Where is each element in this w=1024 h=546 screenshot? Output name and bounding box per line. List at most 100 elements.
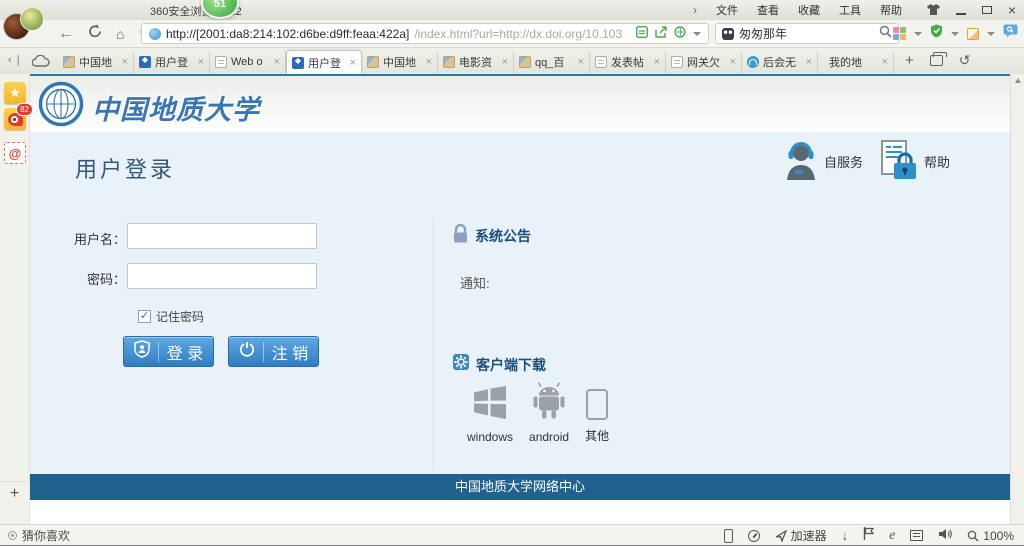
cloud-sync-icon[interactable] — [32, 54, 50, 72]
download-android-label: android — [529, 430, 569, 444]
download-other[interactable]: 其他 — [585, 389, 609, 444]
password-field[interactable] — [127, 263, 317, 289]
browser-tab[interactable]: 中国地 × — [362, 50, 438, 74]
tab-favicon-doc — [671, 56, 683, 68]
tab-label: 中国地 — [383, 54, 422, 70]
share-icon[interactable] — [655, 25, 667, 43]
logout-button[interactable]: 注 销 — [228, 336, 319, 367]
download-windows[interactable]: windows — [467, 386, 513, 444]
speed-gauge-icon[interactable] — [748, 530, 760, 542]
browser-tab[interactable]: 中国地× — [58, 50, 134, 74]
zoom-level: 100% — [983, 529, 1014, 543]
tab-close-icon[interactable]: × — [654, 56, 660, 68]
mail-at-icon[interactable]: @ — [4, 142, 26, 164]
user-avatar[interactable] — [3, 5, 47, 43]
download-other-label: 其他 — [585, 427, 609, 444]
tab-favicon-image — [367, 56, 379, 68]
home-icon[interactable]: ⌂ — [116, 26, 124, 42]
remember-label: 记住密码 — [156, 308, 204, 325]
maximize-icon[interactable] — [982, 6, 992, 14]
accelerator-button[interactable]: 加速器 — [775, 527, 827, 544]
browser-side-strip: ★ 82 @ + — [0, 74, 30, 524]
security-dropdown-icon[interactable] — [951, 32, 959, 36]
help-link[interactable]: 帮助 — [881, 140, 950, 183]
menu-item[interactable]: 工具 — [839, 2, 861, 18]
network-speed-icon[interactable] — [674, 25, 686, 43]
close-icon[interactable]: × — [1008, 3, 1016, 17]
back-icon[interactable]: ← — [58, 25, 74, 43]
zoom-control[interactable]: 100% — [967, 529, 1014, 543]
tablet-icon — [586, 389, 608, 420]
menu-item[interactable]: 帮助 — [880, 2, 902, 18]
browser-tab-active[interactable]: 用户登× — [286, 50, 362, 74]
weibo-badge: 82 — [16, 103, 33, 116]
minimize-icon[interactable] — [956, 13, 966, 15]
login-button[interactable]: 登 录 — [123, 336, 214, 367]
status-left[interactable]: 猜你喜欢 — [8, 525, 70, 546]
tabs-container: 中国地×用户登×Web o×用户登×中国地×电影资×qq_百×发表帖×网关欠×后… — [58, 50, 894, 74]
tab-close-icon[interactable]: × — [502, 56, 508, 68]
download-android[interactable]: android — [529, 382, 569, 444]
remember-checkbox[interactable]: ✓ — [138, 310, 151, 323]
browser-tab[interactable]: 我的地× — [818, 50, 894, 74]
reading-mode-icon[interactable] — [910, 530, 923, 541]
tab-favicon-image — [63, 56, 75, 68]
screenshot-icon[interactable] — [967, 28, 979, 40]
announcement-title: 系统公告 — [475, 226, 531, 246]
apps-dropdown-icon[interactable] — [914, 32, 922, 36]
url-dropdown-icon[interactable] — [693, 32, 701, 36]
weibo-icon[interactable]: 82 — [4, 108, 26, 130]
browser-tab[interactable]: 网关欠× — [666, 50, 742, 74]
new-tab-icon[interactable]: + — [905, 52, 914, 69]
reopen-tab-icon[interactable]: ↺ — [959, 52, 971, 69]
help-label: 帮助 — [924, 152, 950, 171]
skin-icon[interactable] — [927, 4, 940, 17]
browser-tab[interactable]: 用户登× — [134, 50, 210, 74]
menu-item[interactable]: 收藏 — [798, 2, 820, 18]
browser-tab[interactable]: 电影资× — [438, 50, 514, 74]
screenshot-dropdown-icon[interactable] — [987, 32, 995, 36]
workspace: ★ 82 @ + 中国地质大学 用户登录 — [0, 74, 1024, 524]
ie-mode-icon[interactable]: e — [889, 528, 895, 544]
tab-close-icon[interactable]: × — [426, 56, 432, 68]
find-chat-icon[interactable] — [1003, 24, 1018, 43]
url-field[interactable]: http://[2001:da8:214:102:d6be:d9ff:feaa:… — [141, 23, 709, 44]
apps-grid-icon[interactable] — [893, 27, 906, 40]
favorites-star-icon[interactable]: ★ — [4, 82, 26, 104]
tab-close-icon[interactable]: × — [806, 56, 812, 68]
search-engine-icon — [722, 28, 734, 40]
browser-tab[interactable]: 发表帖× — [590, 50, 666, 74]
vertical-scrollbar[interactable] — [1010, 74, 1024, 524]
downloads-icon[interactable]: ↓ — [842, 528, 849, 543]
flag-icon[interactable] — [863, 527, 874, 545]
scroll-up-icon[interactable] — [1015, 78, 1021, 83]
browser-tab[interactable]: Web o× — [210, 50, 286, 74]
browser-tab[interactable]: qq_百× — [514, 50, 590, 74]
self-service-link[interactable]: 自服务 — [784, 140, 863, 183]
tab-list-icon[interactable] — [930, 55, 943, 66]
speaker-icon[interactable] — [938, 527, 952, 545]
tab-close-icon[interactable]: × — [578, 56, 584, 68]
search-magnifier-icon[interactable] — [879, 25, 892, 43]
tab-close-icon[interactable]: × — [198, 56, 204, 68]
browser-window: 360安全浏览器 7.2 51 › 文件查看收藏工具帮助 × ← ⌂ — [0, 0, 1024, 546]
recommend-label: 猜你喜欢 — [22, 527, 70, 544]
menu-item[interactable]: 查看 — [757, 2, 779, 18]
mobile-icon[interactable] — [724, 529, 733, 543]
tab-close-icon[interactable]: × — [730, 56, 736, 68]
search-input[interactable]: 匆匆那年 — [715, 23, 899, 44]
username-field[interactable] — [127, 223, 317, 249]
tab-close-icon[interactable]: × — [350, 57, 356, 69]
refresh-icon[interactable] — [88, 24, 102, 43]
menu-item[interactable]: 文件 — [716, 2, 738, 18]
tab-close-icon[interactable]: × — [274, 56, 280, 68]
security-shield-icon[interactable] — [930, 24, 943, 43]
tab-collapse-icon[interactable]: ‹ | — [8, 54, 21, 66]
add-sidebar-app-icon[interactable]: + — [0, 481, 29, 505]
tab-close-icon[interactable]: × — [882, 56, 888, 68]
translate-icon[interactable] — [636, 25, 648, 43]
password-label: 密码： — [58, 269, 126, 288]
menu-expander-icon[interactable]: › — [693, 3, 697, 17]
browser-tab[interactable]: 后会无× — [742, 50, 818, 74]
tab-close-icon[interactable]: × — [122, 56, 128, 68]
